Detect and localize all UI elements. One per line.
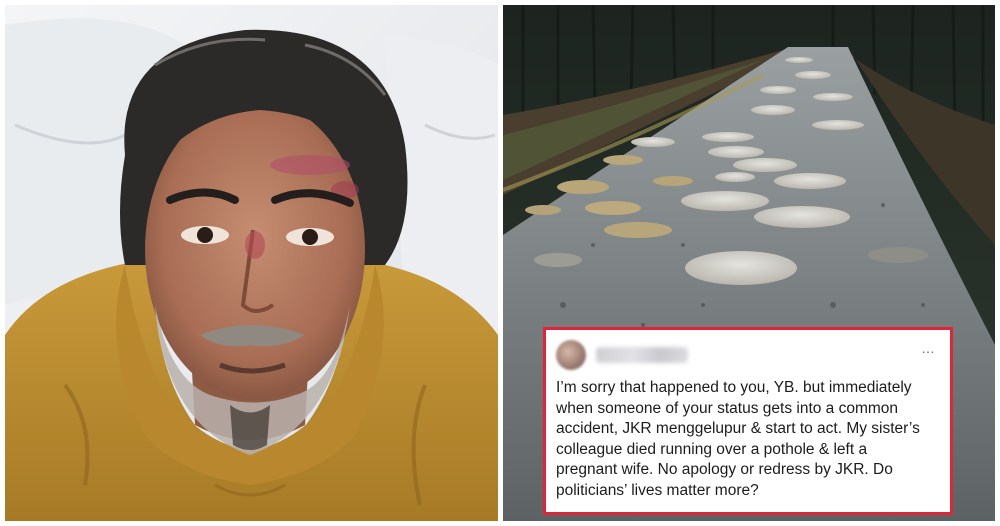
more-options-icon[interactable]: … bbox=[921, 340, 936, 356]
photo-injured-man bbox=[5, 5, 498, 521]
injured-man-illustration bbox=[5, 5, 498, 521]
blurred-username bbox=[596, 347, 688, 363]
tweet-card: … I’m sorry that happened to you, YB. bu… bbox=[543, 327, 953, 515]
photo-potholed-road: … I’m sorry that happened to you, YB. bu… bbox=[503, 5, 995, 521]
avatar bbox=[556, 340, 586, 370]
tweet-header: … bbox=[556, 340, 936, 378]
tweet-text: I’m sorry that happened to you, YB. but … bbox=[556, 379, 920, 499]
